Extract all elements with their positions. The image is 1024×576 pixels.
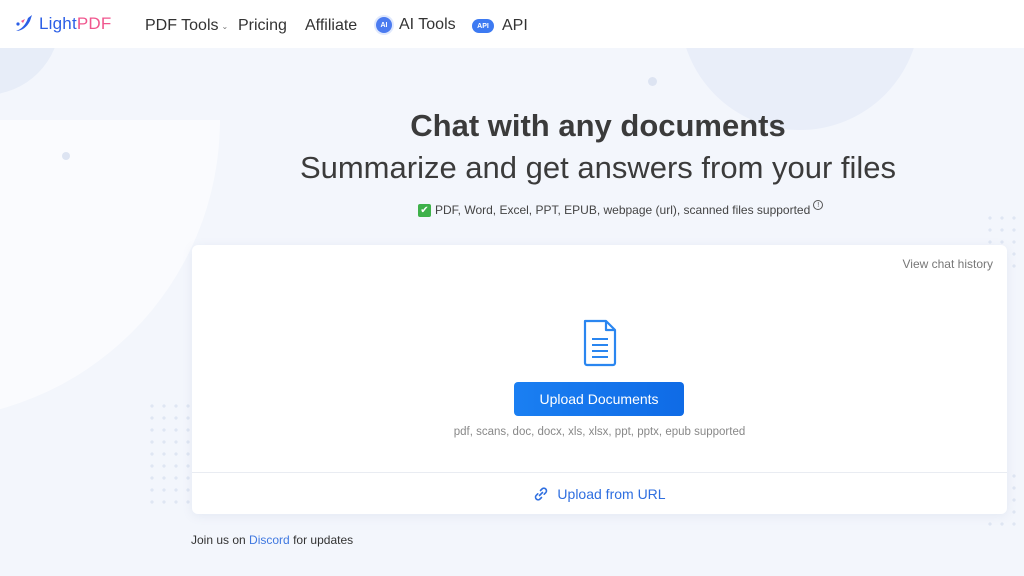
upload-url-label: Upload from URL xyxy=(557,485,666,502)
nav-label: API xyxy=(502,17,528,34)
api-icon: API xyxy=(472,19,494,33)
info-icon[interactable]: ! xyxy=(813,200,824,210)
decor-dot-grid xyxy=(146,400,192,510)
upload-from-url-button[interactable]: Upload from URL xyxy=(192,473,1007,514)
top-navbar: LightPDF PDF Tools ⌄ Pricing Affiliate A… xyxy=(0,0,1024,48)
nav-label: Affiliate xyxy=(305,17,358,34)
discord-note: Join us on Discord for updates xyxy=(191,533,353,547)
discord-link[interactable]: Discord xyxy=(249,533,290,547)
nav-pricing[interactable]: Pricing xyxy=(238,17,287,35)
upload-card: View chat history Upload Documents pdf, … xyxy=(192,245,1007,514)
brand-logo[interactable]: LightPDF xyxy=(12,12,111,36)
hero-subtitle: Summarize and get answers from your file… xyxy=(299,150,897,185)
view-chat-history-link[interactable]: View chat history xyxy=(903,257,994,271)
nav-label: Pricing xyxy=(238,17,287,34)
discord-suffix: for updates xyxy=(293,533,354,547)
nav-label: AI Tools xyxy=(399,16,456,33)
document-icon xyxy=(583,319,617,367)
decor-dot xyxy=(648,77,657,86)
nav-affiliate[interactable]: Affiliate xyxy=(305,17,357,35)
brand-name: LightPDF xyxy=(39,14,112,33)
hero-title: Chat with any documents xyxy=(410,108,786,143)
nav-api[interactable]: API API xyxy=(472,17,528,35)
ai-icon: AI xyxy=(376,17,392,33)
link-icon xyxy=(535,486,548,501)
nav-label: PDF Tools xyxy=(145,17,219,34)
supported-formats-note: ✔ PDF, Word, Excel, PPT, EPUB, webpage (… xyxy=(418,200,824,217)
discord-prefix: Join us on xyxy=(191,533,246,547)
upload-documents-button[interactable]: Upload Documents xyxy=(514,382,684,416)
chevron-down-icon: ⌄ xyxy=(221,21,229,31)
logo-icon xyxy=(16,15,32,31)
checkmark-icon: ✔ xyxy=(418,203,431,217)
supported-text: PDF, Word, Excel, PPT, EPUB, webpage (ur… xyxy=(435,203,811,217)
nav-pdf-tools[interactable]: PDF Tools ⌄ xyxy=(145,17,228,35)
upload-formats-note: pdf, scans, doc, docx, xls, xlsx, ppt, p… xyxy=(453,426,746,438)
nav-ai-tools[interactable]: AI AI Tools xyxy=(376,16,456,34)
